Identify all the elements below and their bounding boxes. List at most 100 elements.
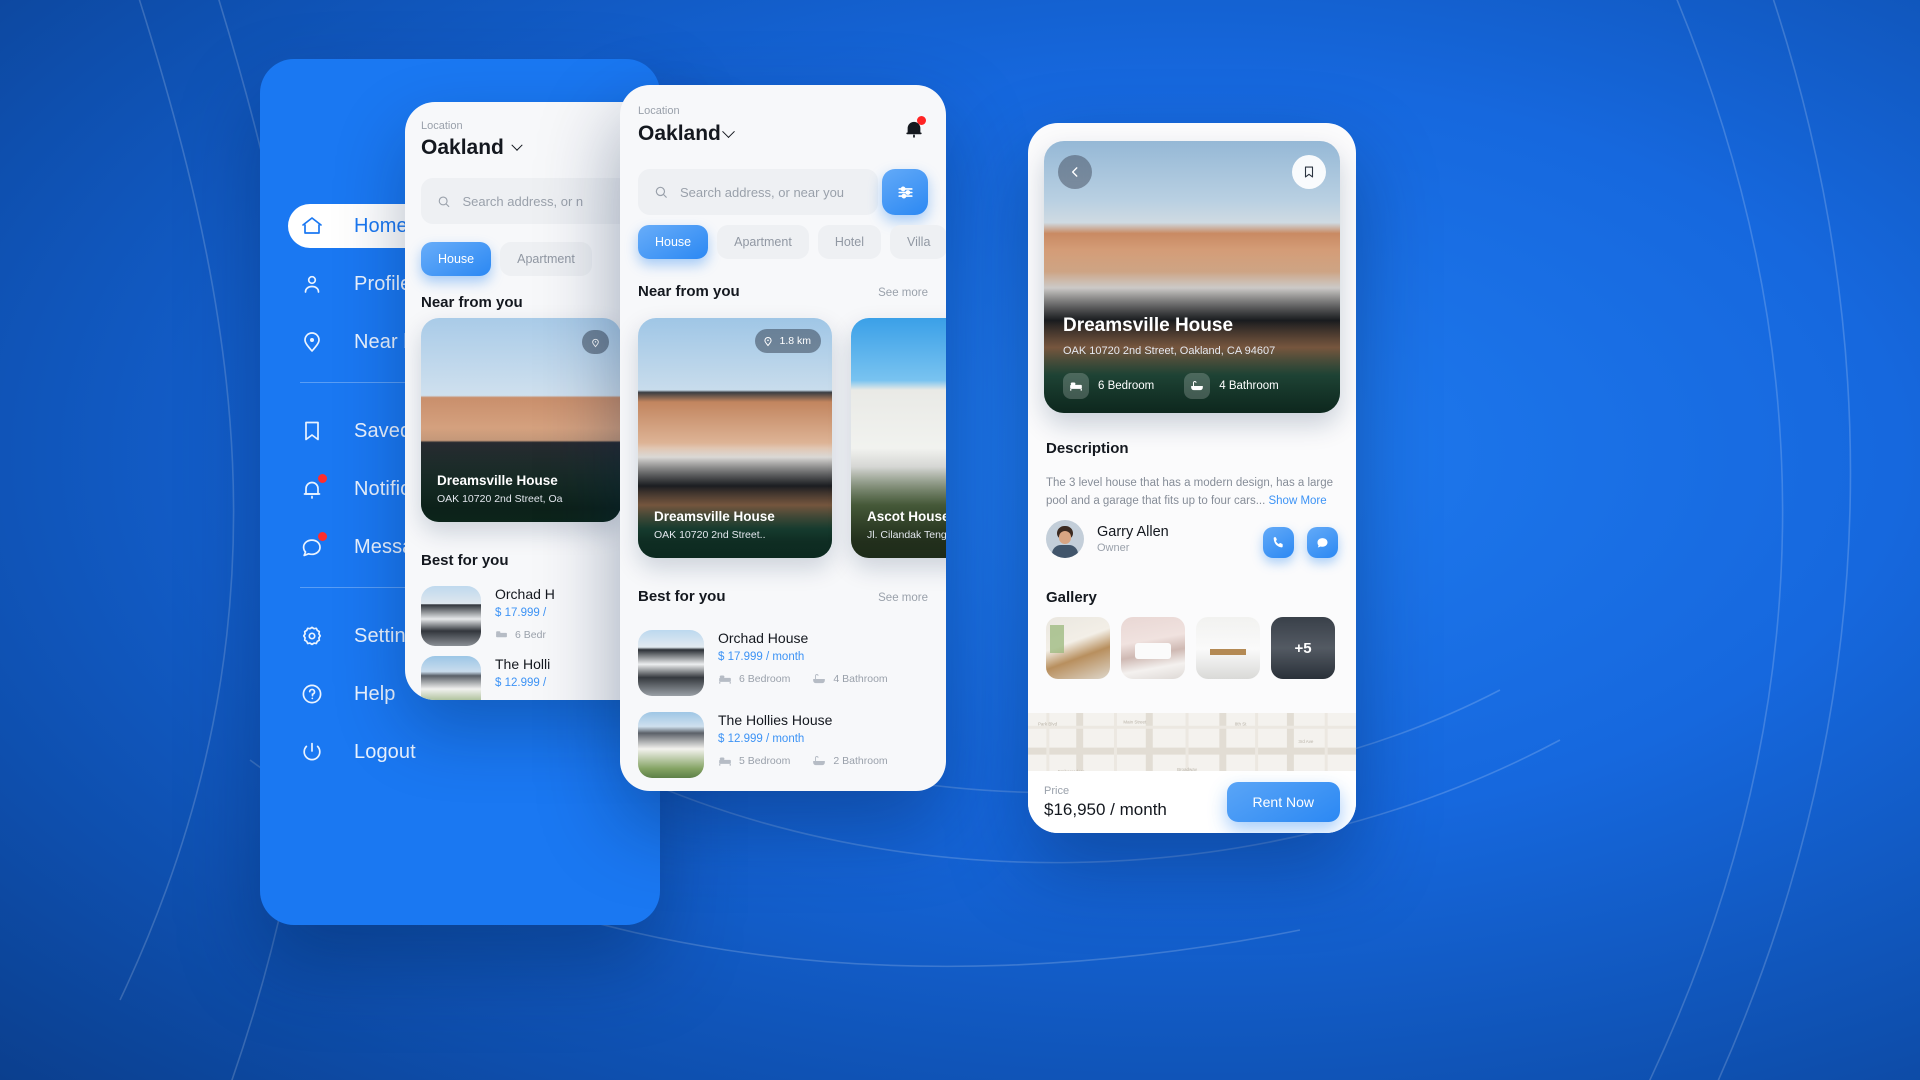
bathtub-icon bbox=[1184, 373, 1211, 399]
avatar bbox=[1046, 520, 1084, 558]
gallery-thumbnail-more[interactable]: +5 bbox=[1271, 617, 1335, 679]
gallery-title: Gallery bbox=[1046, 589, 1097, 606]
gallery-thumbnail[interactable] bbox=[1046, 617, 1110, 679]
property-price: $ 12.999 / bbox=[495, 677, 547, 689]
property-price: $ 17.999 / bbox=[495, 607, 547, 619]
phone-icon bbox=[1273, 537, 1283, 548]
chat-icon bbox=[300, 532, 327, 559]
property-name: Dreamsville House bbox=[654, 509, 775, 524]
property-stats: 6 Bedroom 4 Bathroom bbox=[1063, 373, 1279, 399]
location-label: Location bbox=[638, 105, 680, 117]
near-card-caption: Dreamsville House OAK 10720 2nd Street.. bbox=[654, 509, 820, 541]
bathroom-info: 2 Bathroom bbox=[812, 754, 888, 768]
near-card[interactable]: Dreamsville House OAK 10720 2nd Street, … bbox=[421, 318, 621, 522]
category-chip-row: House Apartment Hotel Villa C bbox=[638, 225, 946, 259]
sidebar-item-logout[interactable]: Logout bbox=[260, 730, 660, 774]
gallery-overflow-count: +5 bbox=[1271, 617, 1335, 679]
gallery-thumbnail[interactable] bbox=[1121, 617, 1185, 679]
message-badge-dot bbox=[318, 532, 327, 541]
best-section-header: Best for you See more bbox=[638, 588, 928, 605]
property-thumbnail bbox=[638, 630, 704, 696]
near-section-header: Near from you See more bbox=[638, 283, 928, 300]
price-value: $16,950 / month bbox=[1044, 799, 1167, 819]
location-value: Oakland bbox=[638, 122, 721, 145]
chevron-down-icon bbox=[511, 139, 523, 151]
svg-text:3rd Ave: 3rd Ave bbox=[1298, 739, 1314, 744]
price-footer-bar: Price $16,950 / month Rent Now bbox=[1028, 771, 1356, 833]
bathroom-value: 4 Bathroom bbox=[1219, 380, 1279, 392]
owner-role: Owner bbox=[1097, 542, 1130, 554]
search-input-wrapper[interactable] bbox=[638, 169, 878, 215]
gallery-thumbnail[interactable] bbox=[1196, 617, 1260, 679]
sidebar-label: Saved bbox=[354, 419, 412, 442]
near-section-title: Near from you bbox=[421, 294, 523, 311]
photo-gradient-overlay bbox=[638, 447, 832, 558]
filter-button[interactable] bbox=[882, 169, 928, 215]
power-icon bbox=[300, 740, 324, 764]
bed-icon bbox=[719, 675, 731, 684]
bedroom-info: 6 Bedroom bbox=[1063, 373, 1154, 399]
bed-icon bbox=[496, 631, 507, 638]
distance-pill bbox=[582, 330, 609, 354]
svg-text:Main Street: Main Street bbox=[1123, 719, 1147, 724]
near-section-title: Near from you bbox=[638, 283, 740, 300]
property-name: The Holli bbox=[495, 656, 551, 672]
bedroom-info: 5 Bedr bbox=[495, 698, 546, 701]
near-card-caption: Dreamsville House OAK 10720 2nd Street, … bbox=[437, 473, 609, 505]
owner-block: Garry Allen Owner bbox=[1046, 520, 1169, 558]
list-item[interactable]: The Hollies House $ 12.999 / month 5 Bed… bbox=[638, 712, 928, 778]
phone-detail-screen: Dreamsville House OAK 10720 2nd Street, … bbox=[1028, 123, 1356, 833]
message-owner-button[interactable] bbox=[1307, 527, 1338, 558]
property-name: Ascot House bbox=[867, 509, 946, 524]
location-pin-icon bbox=[764, 337, 773, 347]
show-more-link[interactable]: Show More bbox=[1268, 495, 1326, 507]
bathroom-info: 4 Bathroom bbox=[1184, 373, 1279, 399]
property-meta: 6 Bedr bbox=[495, 628, 555, 641]
bookmark-button[interactable] bbox=[1292, 155, 1326, 189]
best-see-more-link[interactable]: See more bbox=[878, 592, 928, 604]
home-icon bbox=[300, 214, 324, 238]
bookmark-icon bbox=[1304, 166, 1314, 178]
back-button[interactable] bbox=[1058, 155, 1092, 189]
notification-bell-button[interactable] bbox=[903, 116, 926, 141]
near-card[interactable]: Ascot House Jl. Cilandak Teng.. bbox=[851, 318, 946, 558]
category-chip-row: House Apartment bbox=[421, 242, 592, 276]
location-value[interactable]: Oakland bbox=[421, 136, 523, 160]
question-icon bbox=[300, 682, 324, 706]
bookmark-icon bbox=[300, 419, 324, 443]
property-price: $ 17.999 / month bbox=[718, 651, 805, 663]
chip-apartment[interactable]: Apartment bbox=[500, 242, 592, 276]
chip-apartment[interactable]: Apartment bbox=[717, 225, 809, 259]
search-input[interactable] bbox=[680, 184, 862, 200]
property-name: Orchad H bbox=[495, 586, 555, 602]
chip-hotel[interactable]: Hotel bbox=[817, 225, 881, 259]
bedroom-info: 5 Bedroom bbox=[718, 754, 790, 768]
property-address: Jl. Cilandak Teng.. bbox=[867, 529, 946, 541]
gallery-row: +5 bbox=[1046, 617, 1335, 679]
description-title: Description bbox=[1046, 440, 1129, 457]
bathroom-info: 4 Bathroom bbox=[812, 672, 888, 686]
sidebar-label: Home bbox=[354, 214, 408, 237]
property-meta: 6 Bedroom 4 Bathroom bbox=[718, 672, 928, 686]
location-selector[interactable]: Oakland bbox=[638, 122, 735, 146]
property-address: OAK 10720 2nd Street, Oakland, CA 94607 bbox=[1063, 345, 1276, 357]
chevron-down-icon bbox=[722, 124, 735, 138]
photo-gradient-overlay bbox=[851, 447, 946, 558]
chip-house[interactable]: House bbox=[638, 225, 709, 259]
search-icon bbox=[655, 186, 667, 198]
near-card[interactable]: 1.8 km Dreamsville House OAK 10720 2nd S… bbox=[638, 318, 832, 558]
search-icon bbox=[438, 195, 450, 207]
near-see-more-link[interactable]: See more bbox=[878, 287, 928, 299]
property-title: Dreamsville House bbox=[1063, 315, 1234, 336]
list-item[interactable]: Orchad House $ 17.999 / month 6 Bedroom … bbox=[638, 630, 928, 696]
chip-house[interactable]: House bbox=[421, 242, 492, 276]
rent-now-button[interactable]: Rent Now bbox=[1226, 782, 1340, 822]
property-thumbnail bbox=[638, 712, 704, 778]
property-hero-image: Dreamsville House OAK 10720 2nd Street, … bbox=[1044, 141, 1340, 413]
near-card-row: 1.8 km Dreamsville House OAK 10720 2nd S… bbox=[638, 318, 946, 558]
owner-name: Garry Allen bbox=[1097, 524, 1169, 540]
chip-villa[interactable]: Villa bbox=[890, 225, 946, 259]
best-section-title: Best for you bbox=[421, 552, 509, 569]
notification-badge-dot bbox=[318, 474, 327, 483]
call-owner-button[interactable] bbox=[1263, 527, 1294, 558]
